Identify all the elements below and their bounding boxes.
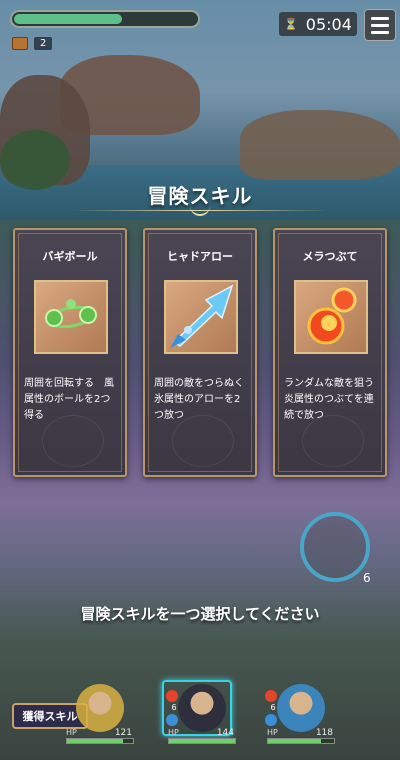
hp-bar	[267, 738, 335, 744]
menu-button[interactable]	[364, 9, 396, 41]
skill-gauge-ring	[300, 512, 370, 582]
party-member-3[interactable]: 6 HP 118	[265, 684, 335, 744]
ice-orb-icon	[166, 714, 178, 726]
fire-pebbles-icon	[294, 280, 368, 354]
level-badge: 6	[270, 703, 276, 712]
hero-portrait	[76, 684, 124, 732]
skill-card-fire[interactable]: メラつぶて ランダムな敵を狙う炎属性のつぶてを連続で放つ	[273, 228, 387, 477]
chest-count: 2	[34, 37, 53, 50]
hp-value: 121	[114, 728, 132, 738]
skill-card-wind[interactable]: バギボール 周囲を回転する 風属性のボールを2つ得る	[13, 228, 127, 477]
wind-balls-icon	[34, 280, 108, 354]
ice-arrow-icon	[164, 280, 238, 354]
hamburger-icon-bar	[371, 23, 389, 27]
hourglass-icon: ⏳	[284, 17, 298, 31]
hp-bar-fill	[67, 739, 124, 743]
fire-orb-icon	[166, 690, 178, 702]
skill-name: バギボール	[42, 250, 98, 263]
hamburger-icon-bar	[371, 30, 389, 34]
chest-counter: 2	[12, 37, 53, 50]
card-emblem	[42, 415, 104, 467]
party-member-2[interactable]: 6 HP 144	[162, 680, 236, 744]
hamburger-icon-bar	[371, 16, 389, 20]
level-badge: 6	[171, 703, 177, 712]
party-member-1[interactable]: HP 121	[64, 684, 134, 744]
card-emblem	[172, 415, 234, 467]
skill-card-ice[interactable]: ヒャドアロー 周囲の敵をつらぬく氷属性のアローを2つ放つ	[143, 228, 257, 477]
page-title: 冒険スキル	[147, 184, 253, 208]
timer-value: 05:04	[305, 14, 352, 34]
ice-orb-icon	[265, 714, 277, 726]
fire-orb-icon	[265, 690, 277, 702]
hp-bar	[66, 738, 134, 744]
hero-portrait	[277, 684, 325, 732]
stage-progress-fill	[14, 14, 123, 24]
hp-label: HP	[168, 728, 179, 737]
treasure-chest-icon	[12, 37, 28, 50]
hp-bar-fill	[169, 739, 235, 743]
hero-portrait	[178, 684, 226, 732]
gauge-count: 6	[363, 571, 371, 585]
hp-bar	[168, 738, 236, 744]
skill-name: ヒャドアロー	[167, 250, 233, 263]
stage-progress-bar	[10, 10, 200, 28]
card-emblem	[302, 415, 364, 467]
selection-prompt: 冒険スキルを一つ選択してください	[80, 605, 320, 623]
hp-label: HP	[267, 728, 278, 737]
hp-bar-fill	[268, 739, 321, 743]
hp-value: 144	[216, 728, 234, 738]
timer: ⏳ 05:04	[279, 12, 357, 36]
skill-name: メラつぶて	[302, 250, 358, 263]
hp-value: 118	[315, 728, 333, 738]
hp-label: HP	[66, 728, 77, 737]
